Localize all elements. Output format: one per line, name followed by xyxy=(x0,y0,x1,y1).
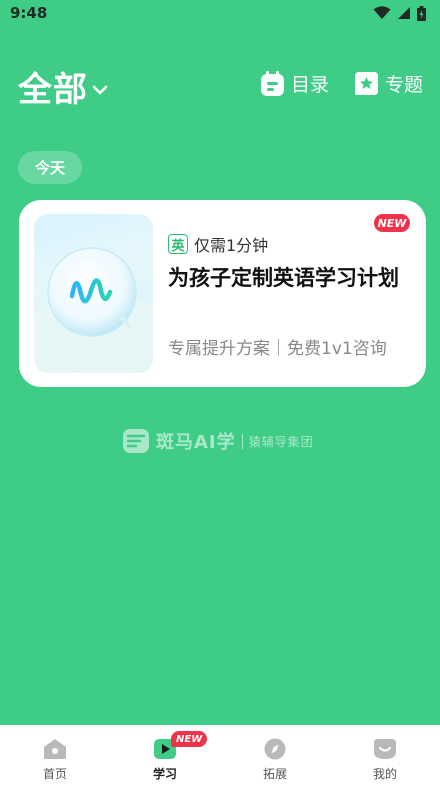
new-badge: NEW xyxy=(374,214,410,232)
brand-group: 猿辅导集团 xyxy=(248,434,314,449)
course-title: 为孩子定制英语学习计划 xyxy=(168,266,399,290)
status-time: 9:48 xyxy=(10,4,48,22)
tab-explore[interactable]: 拓展 xyxy=(220,725,330,787)
brand-name: 斑马AI学 xyxy=(156,432,236,453)
tab-label: 首页 xyxy=(42,767,67,781)
header: 全部 目录 专题 xyxy=(0,58,440,112)
english-tag: 英 xyxy=(168,234,188,254)
tab-new-badge: NEW xyxy=(171,731,208,747)
tab-label: 我的 xyxy=(372,767,397,781)
wifi-icon xyxy=(373,6,391,19)
tab-profile[interactable]: 我的 xyxy=(330,725,440,787)
category-selector[interactable]: 全部 xyxy=(18,62,108,111)
home-icon xyxy=(44,739,66,759)
status-icons xyxy=(373,5,426,21)
battery-icon xyxy=(417,5,426,21)
chevron-down-icon xyxy=(92,85,108,94)
catalog-label: 目录 xyxy=(291,74,330,96)
topic-label: 专题 xyxy=(385,74,424,96)
date-chip: 今天 xyxy=(18,151,82,184)
zebra-logo-icon xyxy=(123,429,149,453)
tab-label: 学习 xyxy=(152,767,177,781)
voice-bubble-icon xyxy=(34,247,153,373)
catalog-button[interactable]: 目录 xyxy=(260,70,329,97)
signal-icon xyxy=(398,7,410,19)
topic-button[interactable]: 专题 xyxy=(354,70,423,97)
course-meta: 英 仅需1分钟 xyxy=(168,232,268,256)
tab-home[interactable]: 首页 xyxy=(0,725,110,787)
course-subtitle: 专属提升方案｜免费1v1咨询 xyxy=(168,339,387,359)
profile-icon xyxy=(374,739,396,759)
course-thumbnail xyxy=(34,214,153,373)
tab-bar: 首页 NEW 学习 拓展 我的 xyxy=(0,725,440,787)
catalog-icon xyxy=(261,70,284,96)
brand-watermark: 斑马AI学 猿辅导集团 xyxy=(122,428,314,454)
compass-icon xyxy=(264,738,286,760)
topic-icon xyxy=(355,72,378,95)
tab-study[interactable]: NEW 学习 xyxy=(110,725,220,787)
brand-divider xyxy=(241,433,243,449)
course-duration: 仅需1分钟 xyxy=(194,236,269,255)
status-bar: 9:48 xyxy=(0,0,440,26)
page-title: 全部 xyxy=(18,70,88,110)
course-card[interactable]: NEW 英 仅需1分钟 为孩子定制英语学习计划 专属提升方案｜免费1v1咨询 xyxy=(19,200,426,387)
tab-label: 拓展 xyxy=(262,767,287,781)
